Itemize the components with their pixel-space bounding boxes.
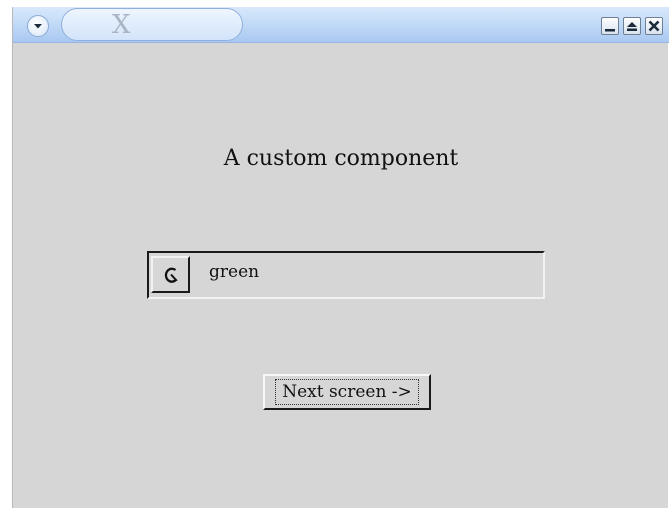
window-title: X (112, 10, 131, 40)
minimize-button[interactable] (601, 17, 619, 35)
next-screen-button[interactable]: Next screen -> (263, 374, 431, 410)
close-button[interactable] (645, 17, 663, 35)
chevron-down-icon (34, 24, 42, 29)
next-screen-label: Next screen -> (275, 379, 419, 405)
refresh-icon (164, 267, 178, 283)
close-icon (648, 20, 660, 32)
minimize-icon (605, 29, 615, 32)
maximize-button[interactable] (623, 17, 641, 35)
app-window: X A custom component green Next screen -… (12, 7, 669, 508)
combo-value: green (209, 262, 260, 282)
title-pill: X (61, 8, 243, 41)
maximize-icon (627, 22, 637, 31)
refresh-button[interactable] (151, 256, 190, 293)
title-bar[interactable]: X (13, 7, 669, 43)
custom-component-field[interactable]: green (147, 251, 545, 299)
window-menu-button[interactable] (27, 15, 49, 37)
page-title: A custom component (223, 146, 459, 171)
